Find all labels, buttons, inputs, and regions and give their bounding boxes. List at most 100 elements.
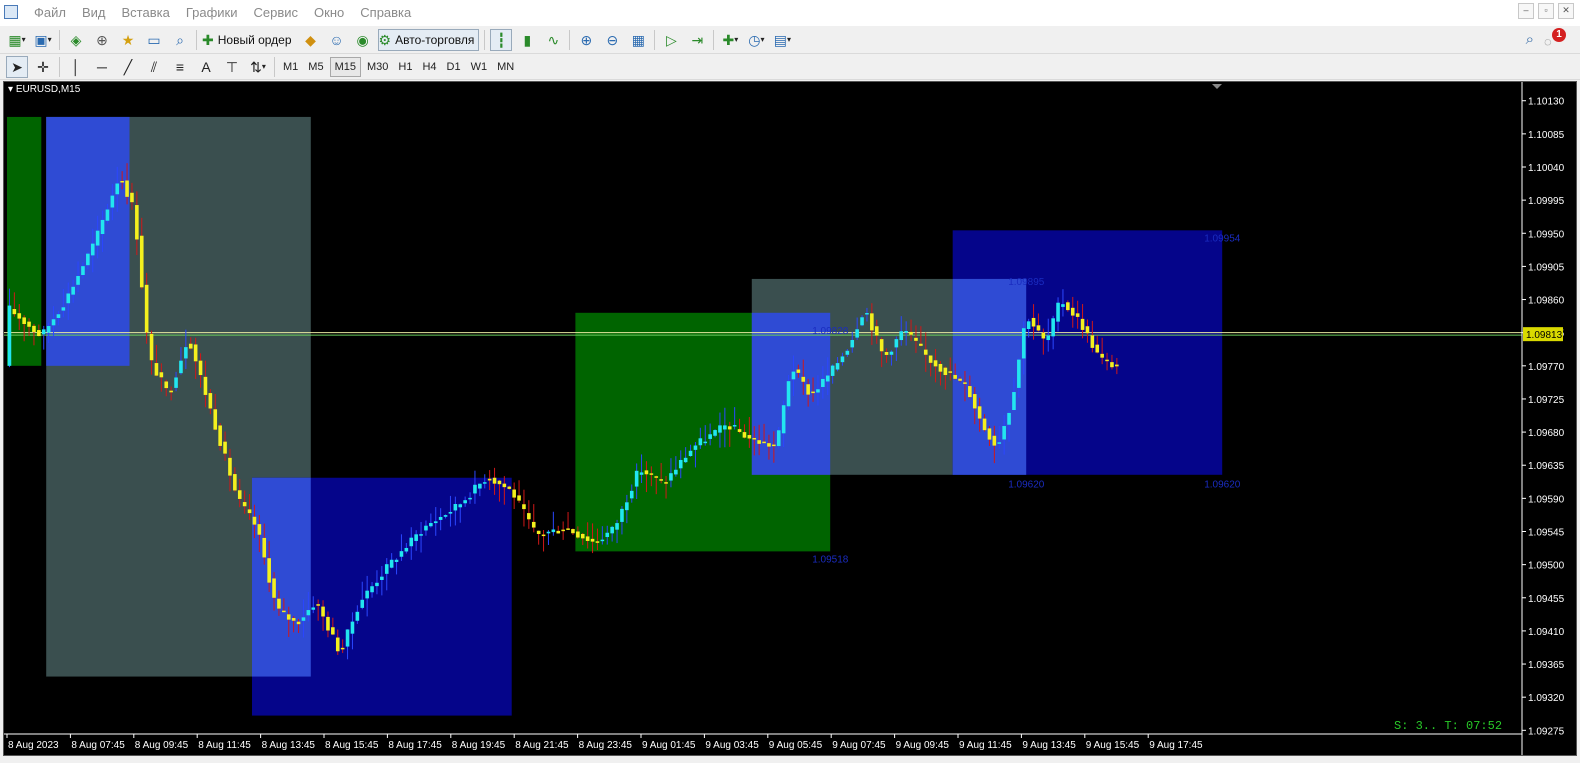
candle-body (130, 192, 134, 203)
channel-button[interactable]: ⫽ (143, 56, 165, 78)
line-chart-button[interactable]: ∿ (542, 29, 564, 51)
candle-body (17, 313, 22, 319)
meta-editor-button[interactable]: ◆ (300, 29, 322, 51)
menu-view[interactable]: Вид (74, 0, 114, 26)
candle-body (580, 533, 585, 539)
channel-icon: ⫽ (150, 58, 158, 75)
menu-tools[interactable]: Сервис (246, 0, 307, 26)
strategy-tester-button[interactable]: ⌕ (169, 29, 191, 51)
signals-button[interactable]: ☺ (326, 29, 348, 51)
candle-body (1095, 344, 1100, 353)
navigator-button[interactable]: ★ (117, 29, 139, 51)
price-tick-label: 1.09905 (1528, 262, 1565, 273)
timeframe-m15[interactable]: M15 (329, 56, 361, 77)
arrows-button[interactable]: ⇅ ▾ (247, 56, 269, 78)
toolbar-separator (59, 56, 60, 77)
new-chart-button[interactable]: ▦ ▾ (6, 29, 28, 51)
terminal-button[interactable]: ▭ (143, 29, 165, 51)
vertical-line-button[interactable]: │ (65, 56, 87, 78)
new-order-button[interactable]: ✚ Новый ордер (202, 29, 296, 51)
menu-charts[interactable]: Графики (178, 0, 246, 26)
candle-body (71, 286, 75, 295)
candle-body (404, 547, 409, 552)
candle-body (772, 444, 776, 447)
candle-body (781, 405, 786, 434)
candle-body (747, 435, 752, 439)
close-icon[interactable]: ✕ (1558, 3, 1574, 19)
timeframe-h4[interactable]: H4 (418, 57, 440, 77)
candle-body (531, 521, 536, 528)
menu-file[interactable]: Файл (26, 0, 74, 26)
market-watch-icon: ◈ (70, 31, 82, 48)
cursor-button[interactable]: ➤ (6, 55, 28, 78)
candle-body (1080, 318, 1085, 330)
broadcast-icon: ◉ (356, 31, 369, 48)
market-watch-button[interactable]: ◈ (65, 29, 87, 51)
menu-window[interactable]: Окно (306, 0, 352, 26)
candle-body (208, 393, 213, 409)
text-label-button[interactable]: ⊤ (221, 56, 243, 78)
profiles-button[interactable]: ▣ ▾ (32, 29, 54, 51)
candle-body (277, 598, 281, 609)
restore-icon[interactable]: ▫ (1538, 3, 1554, 19)
data-window-button[interactable]: ⊕ (91, 29, 113, 51)
chart-shift-button[interactable]: ⇥ (686, 29, 708, 51)
menu-insert[interactable]: Вставка (114, 0, 178, 26)
timeframe-m5[interactable]: M5 (304, 57, 327, 77)
zone-price-label: 1.09954 (1204, 233, 1241, 244)
candle-body (61, 307, 66, 311)
zoom-in-icon: ⊕ (580, 31, 593, 48)
templates-button[interactable]: ▤ ▾ (771, 29, 793, 51)
zoom-in-button[interactable]: ⊕ (575, 29, 597, 51)
crosshair-button[interactable]: ✛ (32, 56, 54, 78)
zoom-out-button[interactable]: ⊖ (601, 29, 623, 51)
candle-body (233, 474, 237, 491)
timeframe-mn[interactable]: MN (493, 57, 518, 77)
candle-body (340, 647, 345, 650)
indicators-icon: ✚ (722, 31, 735, 48)
time-tick-label: 8 Aug 17:45 (388, 740, 442, 751)
indicators-button[interactable]: ✚ ▾ (719, 29, 741, 51)
status-strip (0, 756, 1580, 763)
timeframe-m30[interactable]: M30 (363, 57, 392, 77)
candle-body (139, 235, 144, 288)
trend-line-icon: ╱ (123, 58, 133, 75)
tile-windows-button[interactable]: ▦ (627, 29, 649, 51)
search-icon[interactable]: ⌕ (1526, 31, 1534, 48)
price-tick-label: 1.10130 (1528, 97, 1565, 108)
candle-body (291, 618, 296, 621)
horizontal-line-button[interactable]: ─ (91, 56, 113, 78)
candle-body (571, 529, 575, 534)
timeframe-w1[interactable]: W1 (467, 57, 492, 77)
bar-chart-button[interactable]: ┇ (490, 28, 513, 51)
candle-body (830, 365, 835, 376)
text-button[interactable]: A (195, 56, 217, 78)
candle-body (502, 483, 507, 488)
candle-body (860, 317, 864, 326)
candle-body (394, 559, 399, 563)
periods-button[interactable]: ◷ ▾ (745, 29, 767, 51)
price-chart[interactable]: 1.09828 1.09518 1.09954 1.09895 1.09620 1.096… (4, 82, 1576, 755)
candle-body (326, 616, 330, 631)
candle-body (1110, 362, 1114, 368)
candle-body (90, 243, 95, 256)
candle-body (463, 500, 467, 504)
timeframe-m1[interactable]: M1 (279, 57, 302, 77)
candle-body (237, 490, 242, 499)
timeframe-h1[interactable]: H1 (394, 57, 416, 77)
candle-body (894, 339, 899, 348)
auto-scroll-button[interactable]: ▷ (660, 29, 682, 51)
timeframe-d1[interactable]: D1 (443, 57, 465, 77)
menu-help[interactable]: Справка (352, 0, 419, 26)
community-button[interactable]: ◉ (352, 29, 374, 51)
chart-window[interactable]: 1.09828 1.09518 1.09954 1.09895 1.09620 1.096… (3, 81, 1577, 756)
candlestick-button[interactable]: ▮ (516, 29, 538, 51)
auto-trading-button[interactable]: ⚙ Авто-торговля (377, 28, 480, 51)
notifications-button[interactable]: ◌ 1 (1544, 28, 1566, 50)
trend-line-button[interactable]: ╱ (117, 56, 139, 78)
fibonacci-button[interactable]: ≡ (169, 56, 191, 78)
candle-body (512, 489, 516, 498)
candle-body (1012, 392, 1016, 410)
minimize-icon[interactable]: ‒ (1518, 3, 1534, 19)
candle-body (267, 558, 271, 583)
